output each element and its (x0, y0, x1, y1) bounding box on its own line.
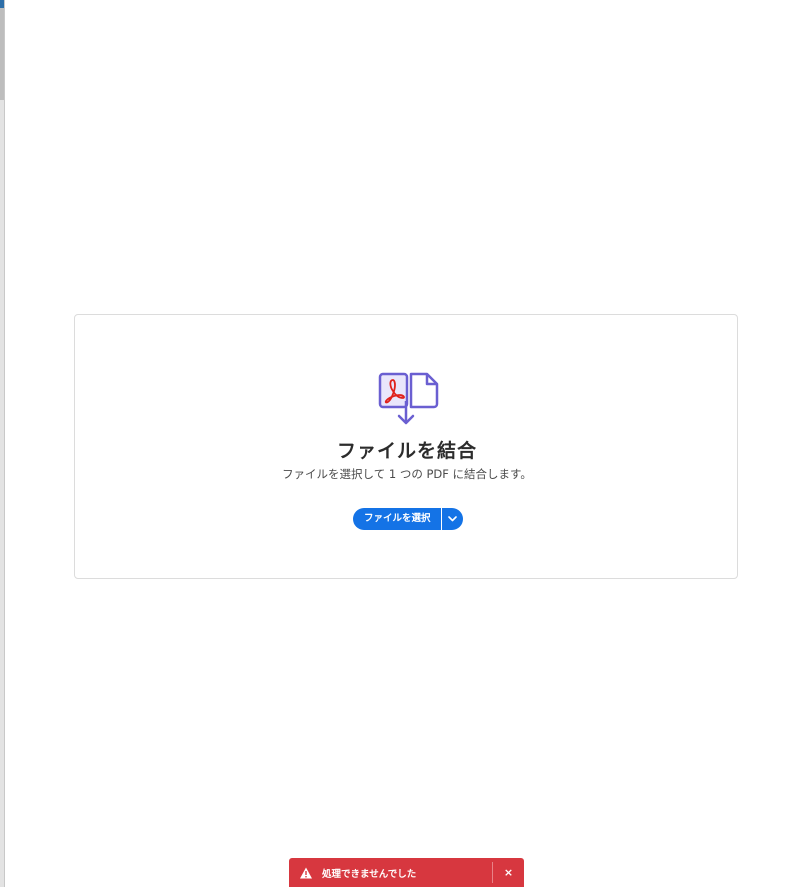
select-files-button[interactable]: ファイルを選択 (353, 508, 441, 530)
tool-description: ファイルを選択して 1 つの PDF に結合します。 (282, 467, 532, 481)
error-toast: 処理できませんでした × (289, 858, 524, 887)
page: ファイルを結合 ファイルを選択して 1 つの PDF に結合します。 ファイルを… (0, 0, 795, 887)
left-rail (0, 0, 5, 887)
select-files-dropdown-button[interactable] (440, 508, 463, 530)
left-rail-top-marker (0, 0, 4, 8)
close-icon[interactable]: × (493, 858, 524, 887)
combine-files-icon (378, 372, 439, 425)
alert-icon (300, 867, 312, 878)
tool-title: ファイルを結合 (336, 440, 477, 462)
select-files-button-group: ファイルを選択 (353, 508, 463, 530)
toast-message: 処理できませんでした (322, 868, 417, 880)
toast-divider (492, 862, 493, 883)
file-dropzone[interactable]: ファイルを結合 ファイルを選択して 1 つの PDF に結合します。 ファイルを… (74, 314, 738, 579)
chevron-down-icon (447, 516, 457, 522)
left-rail-scroll-thumb[interactable] (0, 0, 4, 100)
